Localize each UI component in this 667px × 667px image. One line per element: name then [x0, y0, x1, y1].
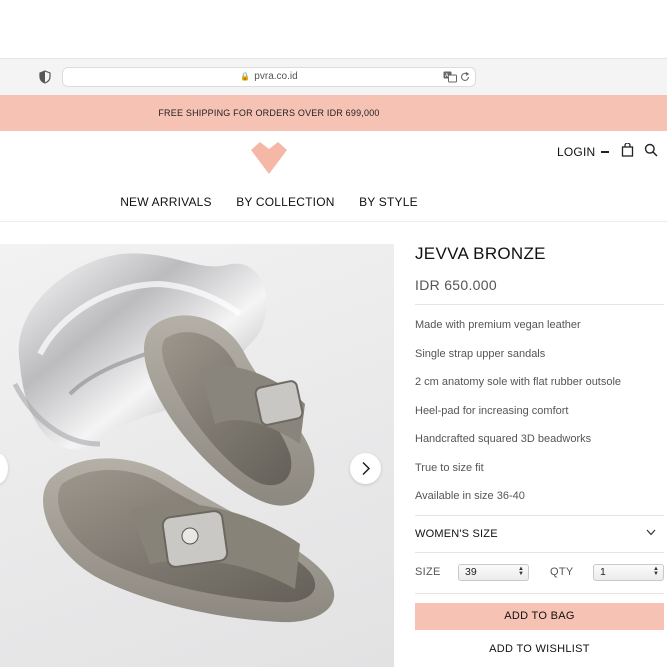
size-value: 39	[465, 565, 477, 578]
nav-by-collection[interactable]: BY COLLECTION	[236, 195, 334, 209]
search-icon[interactable]	[644, 143, 658, 157]
chevron-right-icon	[362, 461, 371, 476]
size-select[interactable]: 39 ▲ ▼	[458, 563, 529, 581]
divider	[415, 304, 664, 305]
svg-text:A: A	[445, 73, 449, 79]
main-nav: NEW ARRIVALS BY COLLECTION BY STYLE	[0, 193, 538, 211]
size-qty-row: SIZE 39 ▲ ▼ QTY 1 ▲ ▼	[415, 553, 664, 593]
login-link[interactable]: LOGIN	[557, 145, 595, 159]
product-details: JEVVA BRONZE IDR 650.000 Made with premi…	[415, 244, 664, 663]
qty-label: QTY	[550, 565, 574, 578]
chevron-down-icon	[646, 529, 656, 535]
qty-value: 1	[600, 565, 606, 578]
feature-item: Available in size 36-40	[415, 490, 525, 502]
qty-select[interactable]: 1 ▲ ▼	[593, 563, 664, 581]
minus-icon	[601, 151, 609, 153]
reload-icon[interactable]	[459, 71, 471, 83]
shield-icon[interactable]	[38, 70, 52, 84]
next-image-button[interactable]	[350, 453, 381, 484]
stepper-arrows-icon: ▲ ▼	[653, 565, 659, 577]
url-text: pvra.co.id	[254, 71, 298, 82]
heart-logo[interactable]	[250, 141, 288, 175]
feature-item: Made with premium vegan leather	[415, 319, 581, 331]
browser-toolbar: 🔒 pvra.co.id A	[0, 58, 667, 95]
nav-new-arrivals[interactable]: NEW ARRIVALS	[120, 195, 212, 209]
product-photo-illustration	[12, 253, 335, 623]
size-section-label: WOMEN'S SIZE	[415, 527, 498, 540]
nav-by-style[interactable]: BY STYLE	[359, 195, 418, 209]
product-price: IDR 650.000	[415, 277, 497, 293]
feature-item: 2 cm anatomy sole with flat rubber outso…	[415, 376, 622, 388]
feature-item: Handcrafted squared 3D beadworks	[415, 433, 592, 445]
divider	[415, 592, 664, 594]
lock-icon: 🔒	[240, 72, 251, 81]
add-to-wishlist-button[interactable]: ADD TO WISHLIST	[415, 635, 664, 663]
womens-size-toggle[interactable]: WOMEN'S SIZE	[415, 516, 664, 552]
feature-item: Heel-pad for increasing comfort	[415, 404, 569, 417]
promo-text: FREE SHIPPING FOR ORDERS OVER IDR 699,00…	[158, 108, 380, 118]
stepper-arrows-icon: ▲ ▼	[518, 565, 524, 577]
add-to-bag-button[interactable]: ADD TO BAG	[415, 602, 664, 630]
browser-top-area	[0, 0, 667, 58]
translate-icon[interactable]: A	[443, 71, 457, 83]
size-label: SIZE	[415, 565, 441, 578]
bag-icon[interactable]	[621, 143, 634, 157]
product-image[interactable]	[0, 244, 394, 667]
url-text-wrap: 🔒 pvra.co.id	[63, 71, 475, 82]
feature-item: True to size fit	[415, 461, 484, 474]
feature-item: Single strap upper sandals	[415, 347, 546, 360]
product-title: JEVVA BRONZE	[415, 244, 546, 263]
feature-list: Made with premium vegan leather Single s…	[415, 311, 664, 511]
site-header: LOGIN NEW ARRIVALS BY COLLECTION BY STYL…	[0, 131, 667, 222]
promo-banner: FREE SHIPPING FOR ORDERS OVER IDR 699,00…	[0, 95, 667, 131]
address-bar[interactable]: 🔒 pvra.co.id A	[62, 67, 476, 87]
